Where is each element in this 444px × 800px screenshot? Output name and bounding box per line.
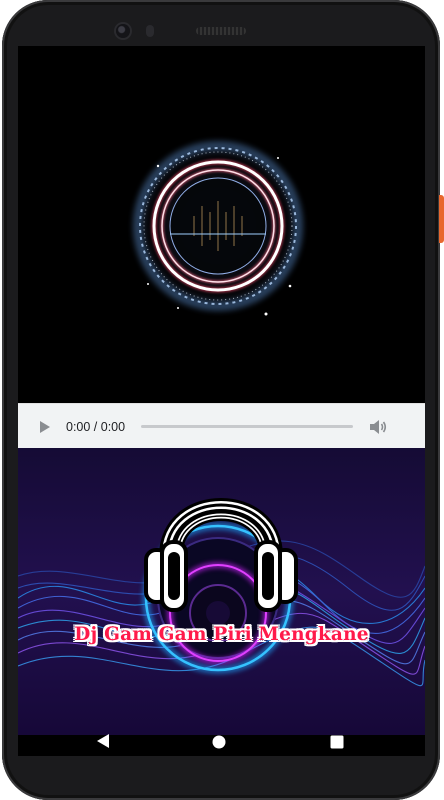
app-screen: 0:00 / 0:00 Dj Gam Gam Piri Mengkane — [18, 46, 425, 756]
headphones-visual — [18, 448, 425, 735]
right-earcup — [254, 540, 298, 612]
system-nav-bar — [18, 733, 425, 756]
bottom-visualizer-image: Dj Gam Gam Piri Mengkane — [18, 448, 425, 735]
time-display: 0:00 / 0:00 — [66, 419, 126, 434]
volume-icon — [370, 419, 387, 434]
audio-player: 0:00 / 0:00 — [18, 403, 425, 449]
front-camera — [116, 24, 130, 38]
back-triangle-icon — [97, 734, 109, 748]
power-button — [439, 195, 444, 243]
proximity-sensor — [146, 25, 154, 37]
top-visualizer-image — [18, 46, 425, 401]
left-earcup — [144, 540, 188, 612]
song-title: Dj Gam Gam Piri Mengkane — [74, 624, 369, 645]
play-icon — [40, 420, 50, 433]
nav-back-button[interactable] — [96, 733, 110, 754]
nav-recent-button[interactable] — [330, 735, 344, 754]
seek-bar[interactable] — [141, 425, 354, 428]
earpiece-speaker — [196, 27, 246, 35]
recent-square-icon — [330, 735, 344, 749]
home-circle-icon — [212, 735, 226, 749]
volume-button[interactable] — [367, 416, 389, 438]
glowing-ring-visual — [18, 46, 425, 401]
play-button[interactable] — [34, 416, 56, 438]
nav-home-button[interactable] — [212, 735, 226, 754]
phone-frame: 0:00 / 0:00 Dj Gam Gam Piri Mengkane — [0, 0, 444, 800]
